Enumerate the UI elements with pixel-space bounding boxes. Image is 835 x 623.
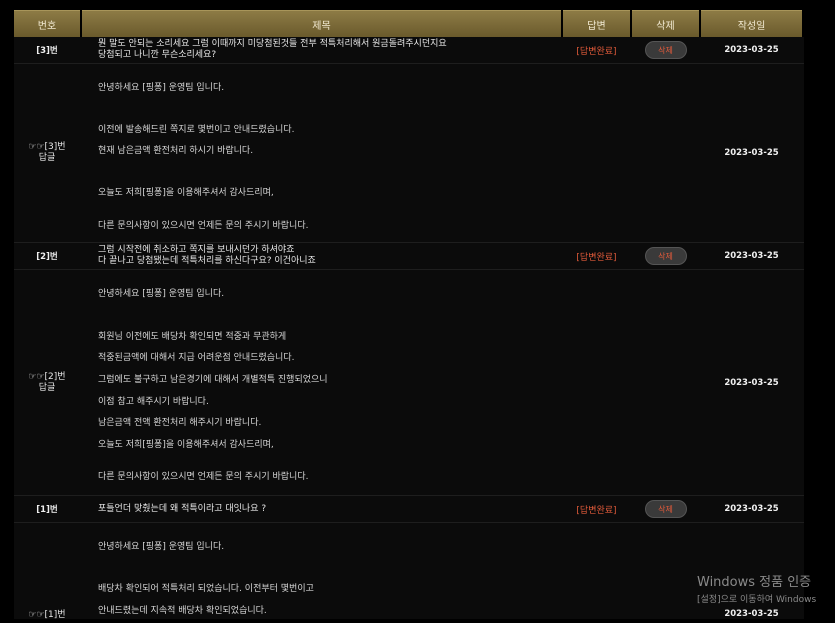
table-row[interactable]: [2]번 그럼 시작전에 취소하고 쪽지를 보내시던가 하셔야죠 다 끝나고 당…: [14, 243, 804, 270]
answer-label-line: ☞☞[3]번: [28, 142, 66, 152]
watermark-line: Windows 정품 인증: [697, 575, 812, 590]
header-title: 제목: [82, 10, 561, 37]
windows-activation-watermark: Windows 정품 인증 [설정]으로 이동하여 Windows: [697, 571, 816, 605]
answer-status: [답변완료]: [576, 505, 617, 516]
delete-button[interactable]: 삭제: [644, 247, 687, 265]
post-title-line: 그럼 시작전에 취소하고 쪽지를 보내시던가 하셔야죠: [98, 245, 295, 255]
answer-line: 다른 문의사항이 있으시면 언제든 문의 주시기 바랍니다.: [98, 472, 309, 482]
answer-date: 2023-03-25: [724, 148, 779, 158]
answer-line: 이전에 발송해드린 쪽지로 몇번이고 안내드렸습니다.: [98, 125, 295, 135]
post-date: 2023-03-25: [724, 251, 779, 261]
post-title[interactable]: 포틀언더 맞췄는데 왜 적특이라고 대잇나요 ?: [82, 496, 561, 522]
answer-line: 오늘도 저희[핑퐁]을 이용해주셔서 감사드리며,: [98, 440, 274, 450]
answer-label-line: 답글: [38, 153, 56, 163]
answer-line: 현재 남은금액 환전처리 하시기 바랍니다.: [98, 146, 254, 156]
delete-cell: 삭제: [632, 496, 699, 522]
post-title-line: 당첨되고 나니깐 무슨소리세요?: [98, 50, 217, 60]
post-title[interactable]: 그럼 시작전에 취소하고 쪽지를 보내시던가 하셔야죠 다 끝나고 당첨됐는데 …: [82, 243, 561, 269]
answer-line: 그럼에도 불구하고 남은경기에 대해서 개별적특 진행되었으니: [98, 375, 328, 385]
answer-row: ☞☞[2]번 답글 안녕하세요 [핑퐁] 운영팀 입니다. 회원님 이전에도 배…: [14, 270, 804, 496]
header-answer: 답변: [563, 10, 630, 37]
answer-line: 오늘도 저희[핑퐁]을 이용해주셔서 감사드리며,: [98, 188, 274, 198]
answer-body: 안녕하세요 [핑퐁] 운영팀 입니다. 회원님 이전에도 배당차 확인되면 적중…: [82, 270, 561, 495]
header-date: 작성일: [701, 10, 802, 37]
answer-label-line: ☞☞[2]번: [28, 371, 66, 382]
answer-row: ☞☞[1]번 안녕하세요 [핑퐁] 운영팀 입니다. 배당차 확인되어 적특처리…: [14, 523, 804, 620]
answer-body: 안녕하세요 [핑퐁] 운영팀 입니다. 이전에 발송해드린 쪽지로 몇번이고 안…: [82, 64, 561, 242]
post-date: 2023-03-25: [724, 45, 779, 55]
answer-line: 안녕하세요 [핑퐁] 운영팀 입니다.: [98, 83, 225, 93]
answer-label-line: ☞☞[1]번: [28, 610, 66, 620]
answer-label: ☞☞[3]번 답글: [14, 64, 80, 242]
answer-line: 다른 문의사항이 있으시면 언제든 문의 주시기 바랍니다.: [98, 221, 309, 231]
answer-line: 안녕하세요 [핑퐁] 운영팀 입니다.: [98, 542, 225, 552]
answer-date: 2023-03-25: [724, 377, 779, 388]
answer-line: 적중된금액에 대해서 지급 어려운점 안내드렸습니다.: [98, 353, 295, 363]
table-row[interactable]: [1]번 포틀언더 맞췄는데 왜 적특이라고 대잇나요 ? [답변완료] 삭제 …: [14, 496, 804, 523]
answer-row: ☞☞[3]번 답글 안녕하세요 [핑퐁] 운영팀 입니다. 이전에 발송해드린 …: [14, 64, 804, 243]
delete-cell: 삭제: [632, 243, 699, 269]
post-number: [1]번: [36, 505, 58, 515]
answer-status: [답변완료]: [576, 46, 617, 57]
post-title[interactable]: 뭔 말도 안되는 소리세요 그럼 이때까지 미당첨된것들 전부 적특처리해서 원…: [82, 37, 561, 63]
answer-label: ☞☞[1]번: [14, 523, 80, 620]
answer-label-line: 답글: [38, 382, 56, 393]
answer-label: ☞☞[2]번 답글: [14, 270, 80, 495]
answer-body: 안녕하세요 [핑퐁] 운영팀 입니다. 배당차 확인되어 적특처리 되었습니다.…: [82, 523, 561, 619]
answer-line: 이점 참고 해주시기 바랍니다.: [98, 397, 209, 407]
qna-board: 번호 제목 답변 삭제 작성일 [3]번 뭔 말도 안되는 소리세요 그럼 이때…: [14, 10, 804, 620]
post-title-line: 뭔 말도 안되는 소리세요 그럼 이때까지 미당첨된것들 전부 적특처리해서 원…: [98, 39, 447, 49]
header-no: 번호: [14, 10, 80, 37]
header-delete: 삭제: [632, 10, 699, 37]
watermark-line: [설정]으로 이동하여 Windows: [697, 595, 817, 605]
delete-cell: 삭제: [632, 37, 699, 63]
answer-line: 안녕하세요 [핑퐁] 운영팀 입니다.: [98, 289, 225, 299]
delete-button[interactable]: 삭제: [644, 500, 687, 518]
table-header: 번호 제목 답변 삭제 작성일: [14, 10, 804, 37]
table-row[interactable]: [3]번 뭔 말도 안되는 소리세요 그럼 이때까지 미당첨된것들 전부 적특처…: [14, 37, 804, 64]
answer-line: 안내드렸는데 지속적 배당차 확인되었습니다.: [98, 606, 267, 616]
answer-line: 남은금액 전액 환전처리 해주시기 바랍니다.: [98, 418, 262, 428]
post-number: [2]번: [36, 252, 58, 262]
answer-line: 회원님 이전에도 배당차 확인되면 적중과 무관하게: [98, 332, 287, 342]
post-date: 2023-03-25: [724, 504, 779, 514]
delete-button[interactable]: 삭제: [644, 41, 687, 59]
post-number: [3]번: [36, 46, 58, 56]
post-title-line: 다 끝나고 당첨됐는데 적특처리를 하신다구요? 이건아니죠: [98, 256, 316, 266]
answer-line: 배당차 확인되어 적특처리 되었습니다. 이전부터 몇번이고: [98, 584, 314, 594]
post-title-line: 포틀언더 맞췄는데 왜 적특이라고 대잇나요 ?: [98, 503, 267, 514]
answer-status: [답변완료]: [576, 252, 617, 263]
